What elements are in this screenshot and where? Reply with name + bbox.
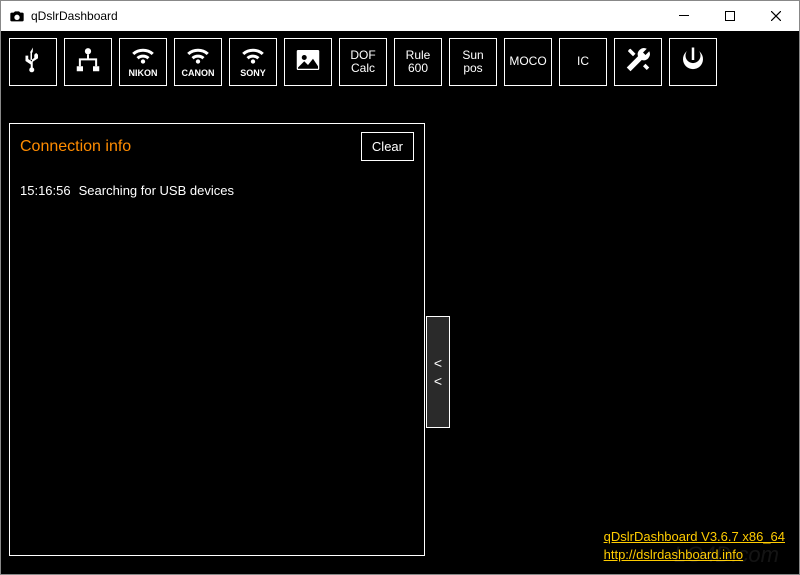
sunpos-line2: pos: [463, 62, 482, 75]
dof-calc-line2: Calc: [351, 62, 375, 75]
ic-label: IC: [577, 55, 589, 68]
footer-links: qDslrDashboard V3.6.7 x86_64 http://dslr…: [604, 528, 785, 564]
ic-button[interactable]: IC: [559, 38, 607, 86]
image-icon: [293, 45, 323, 78]
tools-icon: [623, 45, 653, 78]
site-link[interactable]: http://dslrdashboard.info: [604, 546, 785, 564]
close-button[interactable]: [753, 1, 799, 31]
titlebar: qDslrDashboard: [1, 1, 799, 31]
wifi-icon: [185, 45, 211, 68]
log-message: Searching for USB devices: [79, 183, 234, 198]
log-entry: 15:16:56 Searching for USB devices: [20, 183, 414, 198]
clear-button[interactable]: Clear: [361, 132, 414, 161]
window-title: qDslrDashboard: [31, 9, 118, 23]
app-icon: [9, 8, 25, 24]
network-button[interactable]: [64, 38, 112, 86]
wifi-icon: [240, 45, 266, 68]
sony-label: SONY: [240, 69, 266, 79]
wifi-canon-button[interactable]: CANON: [174, 38, 222, 86]
connection-info-panel: Connection info Clear 15:16:56 Searching …: [9, 123, 425, 556]
panel-title: Connection info: [20, 138, 131, 156]
rule-600-button[interactable]: Rule 600: [394, 38, 442, 86]
wifi-sony-button[interactable]: SONY: [229, 38, 277, 86]
toolbar: NIKON CANON SONY DOF: [1, 31, 799, 90]
nikon-label: NIKON: [129, 69, 158, 79]
network-icon: [73, 45, 103, 78]
version-link[interactable]: qDslrDashboard V3.6.7 x86_64: [604, 528, 785, 546]
moco-button[interactable]: MOCO: [504, 38, 552, 86]
dof-calc-button[interactable]: DOF Calc: [339, 38, 387, 86]
collapse-handle[interactable]: < <: [426, 316, 450, 428]
settings-button[interactable]: [614, 38, 662, 86]
chevron-left-icon: <: [434, 373, 442, 389]
chevron-left-icon: <: [434, 355, 442, 371]
power-icon: [678, 45, 708, 78]
image-viewer-button[interactable]: [284, 38, 332, 86]
moco-label: MOCO: [509, 55, 546, 68]
wifi-nikon-button[interactable]: NIKON: [119, 38, 167, 86]
rule600-line2: 600: [408, 62, 428, 75]
wifi-icon: [130, 45, 156, 68]
canon-label: CANON: [182, 69, 215, 79]
usb-icon: [18, 45, 48, 78]
sun-pos-button[interactable]: Sun pos: [449, 38, 497, 86]
usb-button[interactable]: [9, 38, 57, 86]
minimize-button[interactable]: [661, 1, 707, 31]
maximize-button[interactable]: [707, 1, 753, 31]
power-button[interactable]: [669, 38, 717, 86]
log-time: 15:16:56: [20, 183, 71, 198]
